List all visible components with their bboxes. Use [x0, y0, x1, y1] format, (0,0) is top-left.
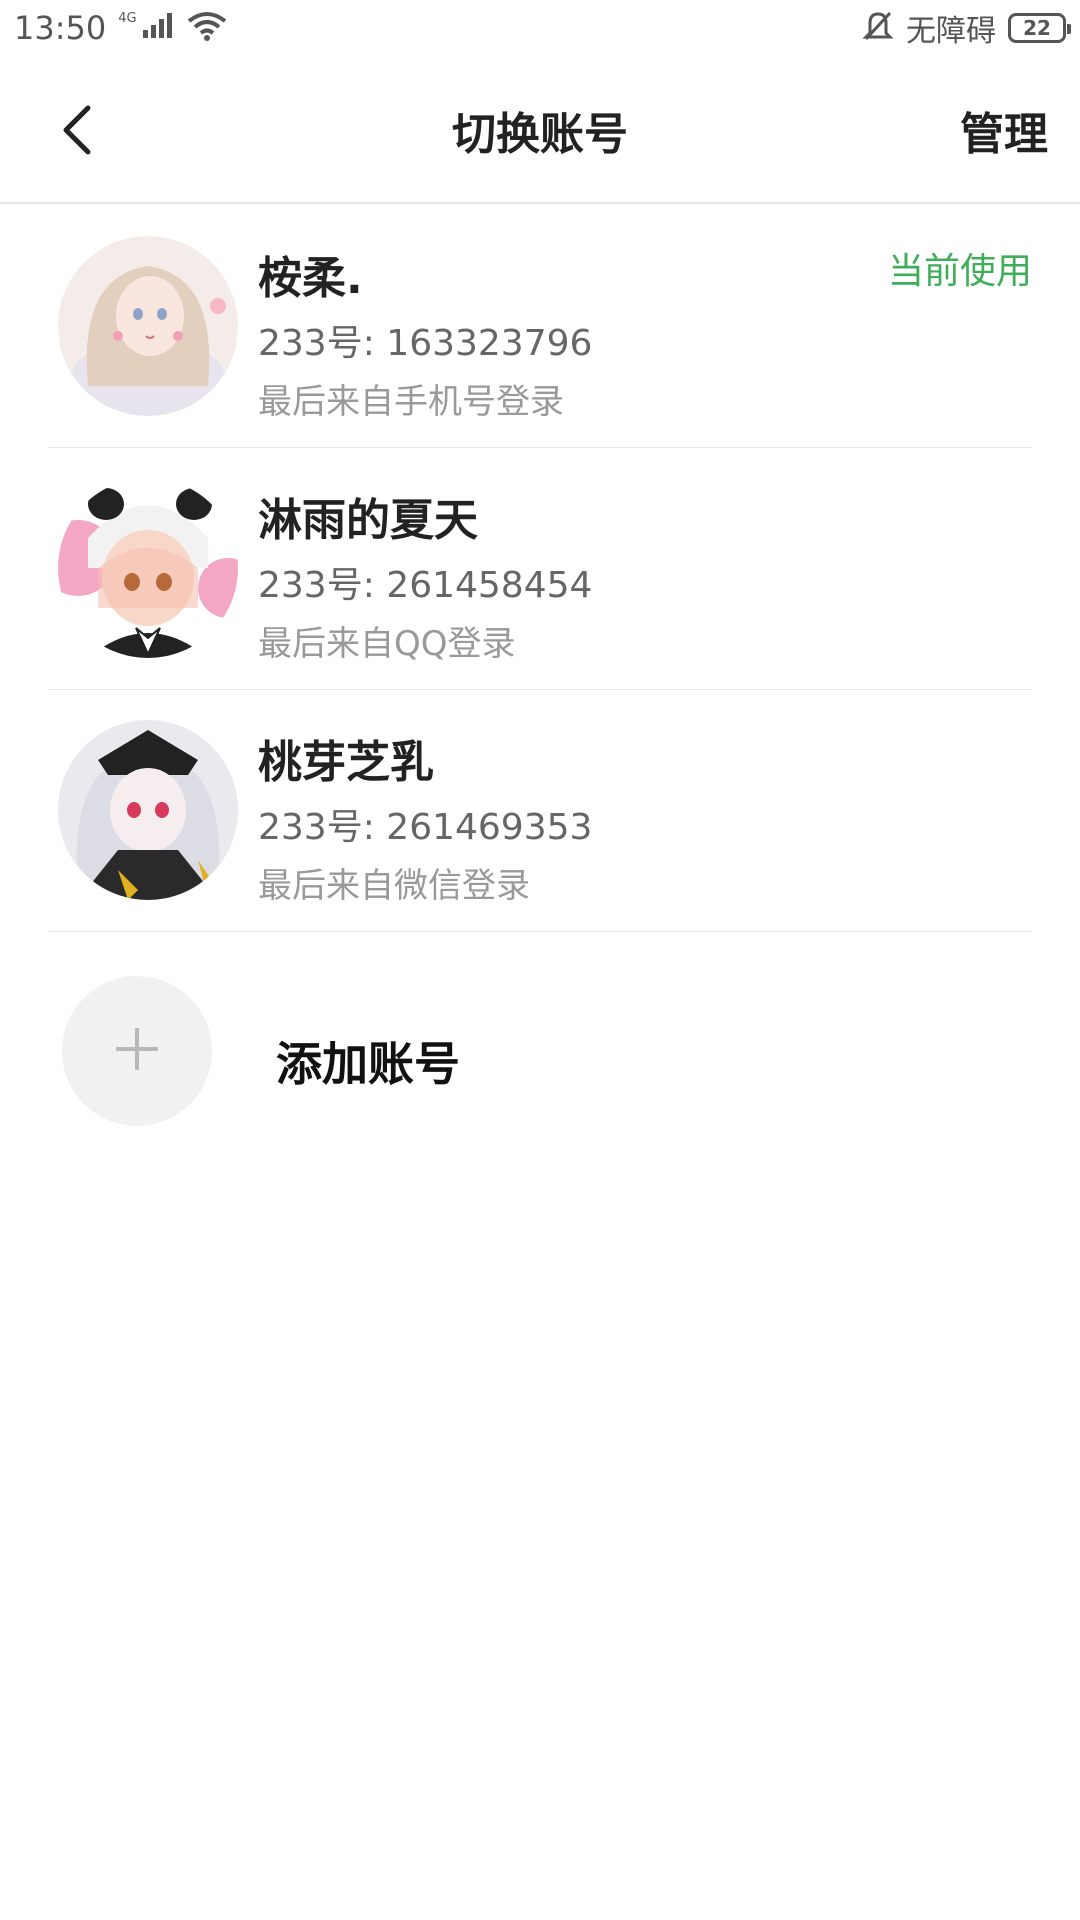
account-name: 桉柔. [258, 253, 363, 304]
add-account-label: 添加账号 [276, 1037, 460, 1091]
account-login-source: 最后来自QQ登录 [258, 624, 516, 664]
plus-icon [112, 1024, 162, 1078]
account-list: 桉柔. 233号: 163323796 最后来自手机号登录 当前使用 淋雨的夏天 [0, 206, 1080, 932]
account-name: 淋雨的夏天 [258, 495, 478, 546]
status-left: 13:50 4G [14, 9, 227, 47]
status-bar: 13:50 4G 无障碍 22 [0, 0, 1080, 56]
accessibility-text: 无障碍 [906, 14, 996, 49]
battery-level: 22 [1023, 16, 1051, 40]
network-type: 4G [118, 10, 137, 26]
account-item[interactable]: 淋雨的夏天 233号: 261458454 最后来自QQ登录 [48, 448, 1032, 690]
status-time: 13:50 [14, 9, 107, 47]
signal-icon [141, 12, 175, 44]
avatar [58, 478, 238, 658]
account-login-source: 最后来自微信登录 [258, 866, 530, 906]
bell-off-icon [862, 9, 894, 47]
account-id: 233号: 261458454 [258, 565, 593, 606]
add-account-circle [62, 976, 212, 1126]
account-item[interactable]: 桉柔. 233号: 163323796 最后来自手机号登录 当前使用 [48, 206, 1032, 448]
account-id: 233号: 163323796 [258, 323, 593, 364]
header: 切换账号 管理 [0, 58, 1080, 204]
account-id: 233号: 261469353 [258, 807, 593, 848]
page-title: 切换账号 [452, 109, 628, 160]
status-right: 无障碍 22 [862, 6, 1071, 50]
wifi-icon [187, 11, 227, 45]
avatar [58, 236, 238, 416]
current-account-badge: 当前使用 [887, 251, 1032, 292]
account-login-source: 最后来自手机号登录 [258, 382, 564, 422]
account-item[interactable]: 桃芽芝乳 233号: 261469353 最后来自微信登录 [48, 690, 1032, 932]
add-account-button[interactable]: 添加账号 [62, 976, 1022, 1128]
manage-button[interactable]: 管理 [960, 98, 1048, 162]
account-name: 桃芽芝乳 [258, 737, 434, 788]
battery-icon: 22 [1008, 13, 1071, 43]
avatar [58, 720, 238, 900]
